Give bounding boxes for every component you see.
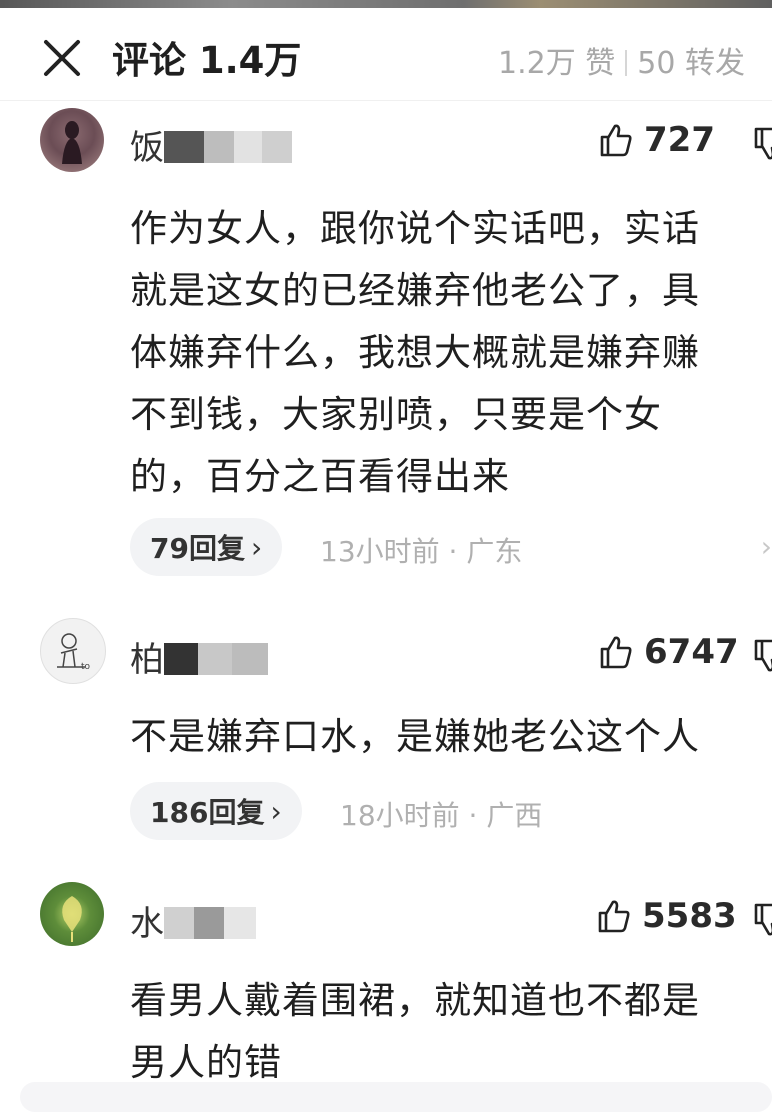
chevron-right-icon: › <box>250 530 263 564</box>
avatar-leaf-icon <box>62 896 82 942</box>
comment-username[interactable]: 柏 <box>130 632 268 681</box>
redacted-name <box>164 643 198 675</box>
thumbs-down-icon[interactable] <box>752 126 772 162</box>
like-count: 6747 <box>644 632 739 672</box>
reply-count: 186回复 <box>150 796 265 829</box>
thumbs-up-icon <box>600 636 632 669</box>
avatar-sketch-icon: to <box>57 633 91 672</box>
status-strip <box>0 0 772 8</box>
comment-line: 不是嫌弃口水，是嫌她老公这个人 <box>130 715 700 758</box>
redacted-name <box>164 907 194 939</box>
comment-text: 看男人戴着围裙，就知道也不都是 男人的错 <box>130 970 770 1094</box>
comment-meta: 18小时前 · 广西 <box>340 799 543 832</box>
redacted-name <box>262 131 292 163</box>
comment-line: 作为女人，跟你说个实话吧，实话 <box>130 207 700 250</box>
like-count: 727 <box>644 120 715 160</box>
more-chevron-icon[interactable]: › <box>761 530 772 563</box>
comment-line: 就是这女的已经嫌弃他老公了，具 <box>130 269 700 312</box>
view-replies-button[interactable]: 79回复 › <box>130 518 283 576</box>
likes-total[interactable]: 1.2万 赞 <box>498 46 615 81</box>
comment-line: 体嫌弃什么，我想大概就是嫌弃赚 <box>130 331 700 374</box>
redacted-name <box>224 907 256 939</box>
comment-username[interactable]: 水 <box>130 896 256 945</box>
thumbs-up-icon <box>598 900 630 933</box>
avatar[interactable] <box>40 882 104 946</box>
comment-meta: 13小时前 · 广东 <box>320 535 523 568</box>
comment-item: to 柏 6747 不是嫌弃口水，是嫌她老公这个人 186回复 › 18小时前 ·… <box>0 600 772 860</box>
stats-divider <box>625 50 628 76</box>
thumbs-down-icon[interactable] <box>752 638 772 674</box>
comment-input-bar[interactable] <box>20 1082 772 1112</box>
forwards-total[interactable]: 50 转发 <box>637 46 745 81</box>
avatar[interactable] <box>40 108 104 172</box>
svg-text:to: to <box>81 662 91 672</box>
redacted-name <box>234 131 262 163</box>
comment-item: 水 5583 看男人戴着围裙，就知道也不都是 男人的错 <box>0 860 772 1084</box>
comment-line: 看男人戴着围裙，就知道也不都是 <box>130 979 700 1022</box>
comment-line: 的，百分之百看得出来 <box>130 455 510 498</box>
thumbs-up-icon <box>600 124 632 157</box>
comment-text: 作为女人，跟你说个实话吧，实话 就是这女的已经嫌弃他老公了，具 体嫌弃什么，我想… <box>130 198 770 508</box>
comment-username[interactable]: 饭 <box>130 120 292 169</box>
redacted-name <box>164 131 204 163</box>
redacted-name <box>198 643 232 675</box>
redacted-name <box>194 907 224 939</box>
post-stats: 1.2万 赞 50 转发 <box>498 38 745 82</box>
comments-title: 评论 1.4万 <box>112 39 302 82</box>
like-button[interactable]: 6747 <box>598 632 739 672</box>
chevron-right-icon: › <box>270 794 282 828</box>
redacted-name <box>204 131 234 163</box>
avatar-figure-icon <box>62 121 82 164</box>
avatar[interactable]: to <box>40 618 106 684</box>
like-count: 5583 <box>642 896 737 936</box>
view-replies-button[interactable]: 186回复 › <box>130 782 302 840</box>
redacted-name <box>232 643 268 675</box>
like-button[interactable]: 727 <box>598 120 715 160</box>
close-icon[interactable] <box>40 36 84 80</box>
like-button[interactable]: 5583 <box>596 896 737 936</box>
comment-line: 不到钱，大家别喷，只要是个女 <box>130 393 662 436</box>
thumbs-down-icon[interactable] <box>752 902 772 938</box>
comment-item: 饭 727 作为女人，跟你说个实话吧，实话 就是这女的已经嫌弃他老公了，具 体嫌… <box>0 100 772 600</box>
comment-text: 不是嫌弃口水，是嫌她老公这个人 <box>130 706 770 768</box>
reply-count: 79回复 <box>150 532 245 565</box>
comments-header: 评论 1.4万 1.2万 赞 50 转发 <box>0 8 772 100</box>
